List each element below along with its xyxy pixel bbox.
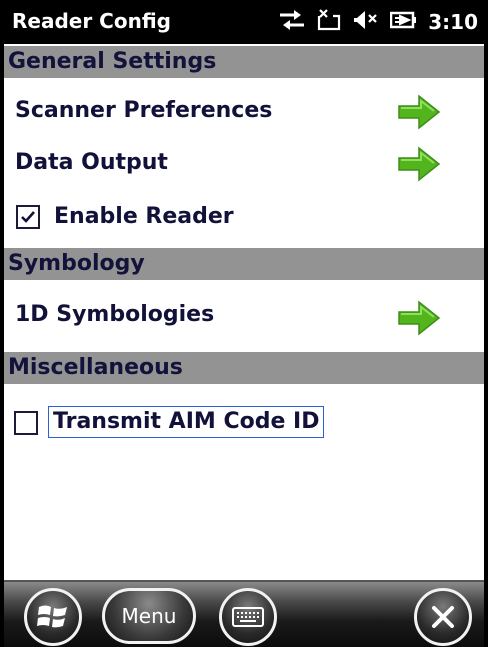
enable-reader-label: Enable Reader xyxy=(54,204,234,229)
clock: 3:10 xyxy=(428,10,478,34)
message-icon[interactable] xyxy=(316,8,342,36)
status-icons: 3:10 xyxy=(278,7,478,37)
windows-logo-icon xyxy=(37,605,67,628)
bottom-command-bar: Menu xyxy=(4,580,484,647)
transmit-aim-label: Transmit AIM Code ID xyxy=(48,406,325,438)
keyboard-icon xyxy=(232,607,264,627)
app-title: Reader Config xyxy=(12,9,171,33)
menu-button[interactable]: Menu xyxy=(102,588,196,644)
connectivity-icon[interactable] xyxy=(278,8,306,36)
scanner-preferences-label: Scanner Preferences xyxy=(15,98,273,123)
close-button[interactable] xyxy=(414,588,472,646)
section-symbology: Symbology xyxy=(4,248,484,280)
transmit-aim-code-id-option[interactable]: Transmit AIM Code ID xyxy=(4,400,484,446)
volume-muted-icon[interactable] xyxy=(352,8,380,36)
status-bar: Reader Config 3:10 xyxy=(4,0,484,44)
arrow-right-icon[interactable] xyxy=(397,92,441,132)
section-general-settings: General Settings xyxy=(4,46,484,78)
battery-charging-icon[interactable] xyxy=(390,8,418,36)
data-output-label: Data Output xyxy=(15,150,168,175)
start-button[interactable] xyxy=(24,588,82,646)
checkmark-icon xyxy=(21,211,35,223)
close-icon xyxy=(432,606,454,628)
transmit-aim-checkbox[interactable] xyxy=(14,411,38,435)
scanner-preferences-item[interactable]: Scanner Preferences xyxy=(4,88,484,134)
data-output-item[interactable]: Data Output xyxy=(4,140,484,186)
arrow-right-icon[interactable] xyxy=(397,144,441,184)
arrow-right-icon[interactable] xyxy=(397,298,441,338)
section-miscellaneous: Miscellaneous xyxy=(4,352,484,384)
enable-reader-checkbox[interactable] xyxy=(16,205,40,229)
keyboard-button[interactable] xyxy=(219,588,277,646)
device-screen: Reader Config 3:10 General Settings Scan… xyxy=(0,0,488,647)
enable-reader-option[interactable]: Enable Reader xyxy=(4,194,484,240)
1d-symbologies-item[interactable]: 1D Symbologies xyxy=(4,292,484,338)
1d-symbologies-label: 1D Symbologies xyxy=(15,302,215,327)
